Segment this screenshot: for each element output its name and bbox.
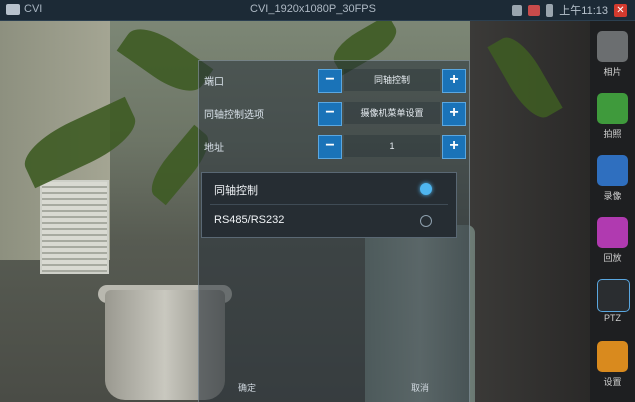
playback-icon [597, 217, 628, 248]
decrement-button[interactable]: − [318, 69, 342, 93]
increment-button[interactable]: + [442, 135, 466, 159]
sidebar-item-label: 回放 [603, 253, 622, 263]
sidebar-item-snapshot[interactable]: 拍照 [590, 87, 635, 147]
resolution-label: CVI_1920x1080P_30FPS [250, 3, 376, 15]
storage-icon [512, 4, 523, 16]
top-status-bar: CVI CVI_1920x1080P_30FPS 上午11:13 ✕ [0, 0, 635, 21]
sidebar-item-settings[interactable]: 设置 [590, 335, 635, 395]
dropdown-option-rs485[interactable]: RS485/RS232 [202, 205, 456, 236]
setting-value[interactable]: 1 [344, 135, 440, 157]
setting-row-coax-option: 同轴控制选项 − 摄像机菜单设置 + [200, 100, 468, 128]
sidebar-item-label: 拍照 [603, 129, 622, 139]
sidebar-item-label: PTZ [604, 313, 621, 323]
setting-label: 地址 [204, 143, 224, 154]
sidebar-item-label: 设置 [603, 377, 622, 387]
background-window [40, 180, 109, 274]
setting-row-address: 地址 − 1 + [200, 133, 468, 161]
increment-button[interactable]: + [442, 69, 466, 93]
setting-label: 端口 [204, 77, 224, 88]
photo-icon [597, 31, 628, 62]
sidebar-item-playback[interactable]: 回放 [590, 211, 635, 271]
increment-button[interactable]: + [442, 102, 466, 126]
option-label: RS485/RS232 [214, 214, 285, 226]
sidebar-item-photo[interactable]: 相片 [590, 25, 635, 85]
settings-tools-icon [597, 341, 628, 372]
setting-value[interactable]: 摄像机菜单设置 [344, 102, 440, 124]
close-icon[interactable]: ✕ [614, 3, 627, 17]
sidebar-item-record[interactable]: 录像 [590, 149, 635, 209]
setting-row-port: 端口 − 同轴控制 + [200, 67, 468, 95]
sidebar-item-ptz[interactable]: PTZ [590, 273, 635, 333]
signal-mode-label: CVI [24, 3, 43, 15]
setting-label: 同轴控制选项 [204, 110, 264, 121]
dropdown-option-coax[interactable]: 同轴控制 [202, 173, 456, 205]
network-icon [528, 4, 541, 16]
setting-value[interactable]: 同轴控制 [344, 69, 440, 91]
port-dropdown: 同轴控制 RS485/RS232 [201, 172, 457, 238]
radio-unselected-icon[interactable] [420, 215, 432, 227]
option-label: 同轴控制 [214, 185, 258, 197]
video-record-icon [597, 155, 628, 186]
camera-icon [6, 4, 20, 15]
sidebar-item-label: 录像 [603, 191, 622, 201]
decrement-button[interactable]: − [318, 135, 342, 159]
decrement-button[interactable]: − [318, 102, 342, 126]
camera-snapshot-icon [597, 93, 628, 124]
cancel-button[interactable]: 取消 [395, 378, 445, 398]
right-sidebar: 相片 拍照 录像 回放 PTZ 设置 [590, 21, 635, 402]
sidebar-item-label: 相片 [603, 67, 622, 77]
battery-icon [546, 3, 554, 17]
clock: 上午11:13 [559, 5, 608, 17]
camera-view: CVI CVI_1920x1080P_30FPS 上午11:13 ✕ 端口 − … [0, 0, 635, 402]
status-area: 上午11:13 ✕ [512, 2, 627, 18]
ptz-icon [597, 279, 630, 312]
radio-selected-icon[interactable] [420, 183, 432, 195]
confirm-button[interactable]: 确定 [222, 378, 272, 398]
